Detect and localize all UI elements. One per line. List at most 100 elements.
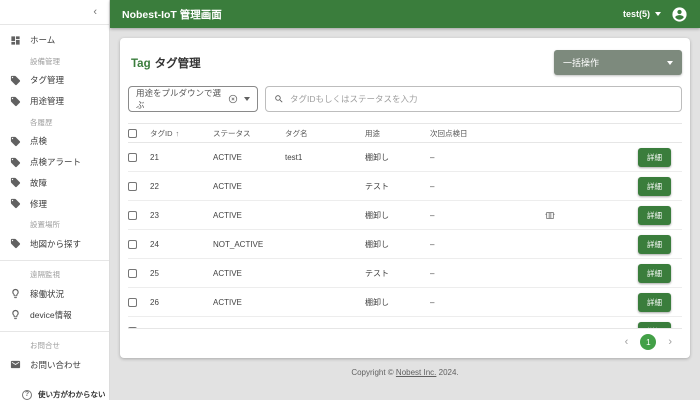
row-checkbox[interactable] xyxy=(128,269,137,278)
detail-button[interactable]: 詳細 xyxy=(638,264,671,283)
cell-tag-id: 26 xyxy=(150,298,213,307)
cell-status: ACTIVE xyxy=(213,153,285,162)
usage-filter-select[interactable]: 用途をプルダウンで選ぶ xyxy=(128,86,258,112)
clear-circle-icon[interactable] xyxy=(228,94,238,104)
column-status: ステータス xyxy=(213,128,285,139)
sidebar-item-label: 稼働状況 xyxy=(30,288,64,300)
battery-icon xyxy=(515,211,638,220)
table-row-partial: 詳細 xyxy=(128,317,682,328)
account-circle-icon[interactable] xyxy=(671,6,688,23)
search-field xyxy=(265,86,682,112)
sidebar-item-label: device情報 xyxy=(30,309,72,321)
row-checkbox[interactable] xyxy=(128,298,137,307)
sidebar-section-contact: お問合せ xyxy=(0,338,109,354)
sidebar-item-home[interactable]: ホーム xyxy=(0,30,109,51)
column-next-inspection: 次回点検日 xyxy=(430,128,515,139)
company-link[interactable]: Nobest Inc. xyxy=(396,368,436,377)
sidebar-item-label: タグ管理 xyxy=(30,74,64,86)
sidebar-item-operation-status[interactable]: 稼働状況 xyxy=(0,283,109,304)
column-tag-id: タグID xyxy=(150,128,173,139)
sidebar-item-inspection-alert[interactable]: 点検アラート xyxy=(0,152,109,173)
chevron-down-icon xyxy=(655,12,661,16)
sidebar-item-label: 点検アラート xyxy=(30,156,81,168)
cell-tag-id: 25 xyxy=(150,269,213,278)
cell-next-inspection: – xyxy=(430,298,515,307)
table-row: 23 ACTIVE 棚卸し – 詳細 xyxy=(128,201,682,230)
cell-status: ACTIVE xyxy=(213,182,285,191)
sidebar-item-device-info[interactable]: device情報 xyxy=(0,304,109,325)
sidebar-section-history: 各履歴 xyxy=(0,112,109,131)
sidebar-item-repair[interactable]: 修理 xyxy=(0,193,109,214)
search-input[interactable] xyxy=(290,94,673,104)
sidebar-item-label: ホーム xyxy=(30,34,55,46)
chevron-down-icon xyxy=(667,61,673,65)
cell-status: NOT_ACTIVE xyxy=(213,240,285,249)
sidebar-item-inspection[interactable]: 点検 xyxy=(0,131,109,152)
row-checkbox[interactable] xyxy=(128,153,137,162)
sidebar-item-tag-manage[interactable]: タグ管理 xyxy=(0,70,109,91)
app-title: Nobest-IoT 管理画面 xyxy=(122,7,222,22)
table-row: 25 ACTIVE テスト – 詳細 xyxy=(128,259,682,288)
table-row: 24 NOT_ACTIVE 棚卸し – 詳細 xyxy=(128,230,682,259)
detail-button[interactable]: 詳細 xyxy=(638,177,671,196)
tag-icon xyxy=(10,177,21,188)
dashboard-icon xyxy=(10,35,21,46)
search-icon xyxy=(274,94,284,104)
table-row: 26 ACTIVE 棚卸し – 詳細 xyxy=(128,288,682,317)
sidebar-item-label: お問い合わせ xyxy=(30,359,81,371)
cell-next-inspection: – xyxy=(430,240,515,249)
help-label: 使い方がわからない xyxy=(38,389,106,400)
sidebar-help-link[interactable]: ? 使い方がわからない xyxy=(0,389,109,400)
sidebar-item-failure[interactable]: 故障 xyxy=(0,172,109,193)
tag-icon xyxy=(10,75,21,86)
select-all-checkbox[interactable] xyxy=(128,129,137,138)
tag-badge: Tag xyxy=(131,58,151,70)
lightbulb-icon xyxy=(10,288,21,299)
table-row: 22 ACTIVE テスト – 詳細 xyxy=(128,172,682,201)
page-prev-icon[interactable]: ‹ xyxy=(625,337,629,348)
row-checkbox[interactable] xyxy=(128,240,137,249)
row-checkbox[interactable] xyxy=(128,211,137,220)
page-title: Tagタグ管理 xyxy=(128,55,201,71)
sidebar-item-label: 地図から探す xyxy=(30,238,81,250)
user-name: test(5) xyxy=(623,9,650,19)
cell-tag-id: 21 xyxy=(150,153,213,162)
user-menu[interactable]: test(5) xyxy=(623,9,661,19)
sidebar-section-location: 設置場所 xyxy=(0,214,109,233)
sidebar-section-equipment: 設備管理 xyxy=(0,51,109,70)
cell-usage: 棚卸し xyxy=(365,239,430,250)
cell-tag-name: test1 xyxy=(285,153,365,162)
help-circle-icon: ? xyxy=(22,390,32,400)
table-body: 21 ACTIVE test1 棚卸し – 詳細 22 ACTIVE テスト – xyxy=(128,143,682,328)
sidebar: ‹ ホーム 設備管理 タグ管理 用途管理 各履歴 点検 点検アラート xyxy=(0,0,110,400)
sidebar-item-contact[interactable]: お問い合わせ xyxy=(0,354,109,375)
divider xyxy=(0,331,109,332)
cell-next-inspection: – xyxy=(430,153,515,162)
cell-status: ACTIVE xyxy=(213,211,285,220)
sidebar-item-label: 用途管理 xyxy=(30,95,64,107)
page-number[interactable]: 1 xyxy=(640,334,656,350)
sidebar-item-label: 故障 xyxy=(30,177,47,189)
sidebar-collapse-button[interactable]: ‹ xyxy=(0,0,109,25)
cell-usage: 棚卸し xyxy=(365,297,430,308)
row-checkbox[interactable] xyxy=(128,182,137,191)
tag-icon xyxy=(10,198,21,209)
cell-next-inspection: – xyxy=(430,211,515,220)
tag-icon xyxy=(10,136,21,147)
cell-tag-id: 24 xyxy=(150,240,213,249)
sort-asc-icon[interactable]: ↑ xyxy=(176,129,180,138)
detail-button[interactable]: 詳細 xyxy=(638,148,671,167)
lightbulb-icon xyxy=(10,309,21,320)
detail-button[interactable]: 詳細 xyxy=(638,293,671,312)
sidebar-item-map-search[interactable]: 地図から探す xyxy=(0,233,109,254)
pagination: ‹ 1 › xyxy=(128,328,682,355)
bulk-action-button[interactable]: 一括操作 xyxy=(554,50,682,75)
tag-list-card: Tagタグ管理 一括操作 用途をプルダウンで選ぶ xyxy=(120,38,690,358)
sidebar-item-usage-manage[interactable]: 用途管理 xyxy=(0,91,109,112)
cell-usage: テスト xyxy=(365,181,430,192)
page-next-icon[interactable]: › xyxy=(668,337,672,348)
detail-button[interactable]: 詳細 xyxy=(638,206,671,225)
detail-button[interactable]: 詳細 xyxy=(638,235,671,254)
column-tag-name: タグ名 xyxy=(285,128,365,139)
sidebar-item-label: 点検 xyxy=(30,135,47,147)
